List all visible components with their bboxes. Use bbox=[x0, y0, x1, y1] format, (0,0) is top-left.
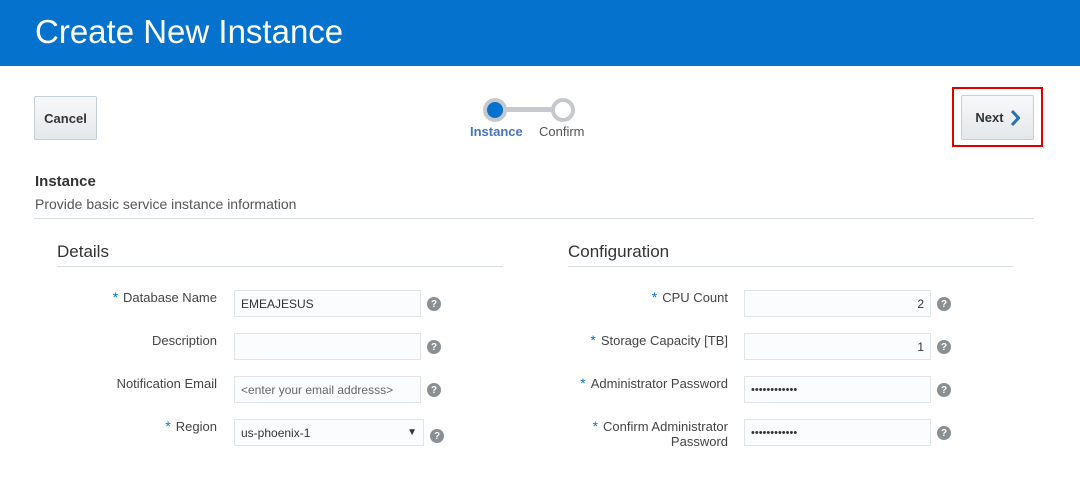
section-subtitle: Provide basic service instance informati… bbox=[35, 196, 297, 212]
question-circle-icon[interactable]: ? bbox=[937, 340, 951, 354]
storage-capacity-label: * Storage Capacity [TB] bbox=[590, 332, 728, 349]
next-button-label: Next bbox=[975, 110, 1004, 125]
database-name-input[interactable]: EMEAJESUS bbox=[234, 290, 421, 317]
question-circle-icon[interactable]: ? bbox=[427, 340, 441, 354]
required-marker: * bbox=[592, 418, 599, 434]
train-stop-instance[interactable] bbox=[483, 98, 507, 122]
question-circle-icon[interactable]: ? bbox=[937, 297, 951, 311]
next-button[interactable]: Next bbox=[961, 95, 1034, 140]
question-circle-icon[interactable]: ? bbox=[430, 429, 444, 443]
configuration-divider bbox=[568, 266, 1013, 267]
required-marker: * bbox=[651, 289, 658, 305]
admin-password-input[interactable]: •••••••••••• bbox=[744, 376, 931, 403]
details-divider bbox=[57, 266, 503, 267]
cpu-count-input[interactable]: 2 bbox=[744, 290, 931, 317]
notification-email-label: Notification Email bbox=[116, 376, 217, 391]
question-circle-icon[interactable]: ? bbox=[937, 426, 951, 440]
region-select-value: us-phoenix-1 bbox=[241, 425, 311, 440]
cancel-button[interactable]: Cancel bbox=[34, 96, 97, 140]
train-label-instance[interactable]: Instance bbox=[470, 124, 523, 139]
train-stop-confirm[interactable] bbox=[551, 98, 575, 122]
caret-down-icon: ▼ bbox=[407, 427, 417, 438]
admin-password-label: * Administrator Password bbox=[580, 375, 728, 392]
question-circle-icon[interactable]: ? bbox=[427, 297, 441, 311]
question-circle-icon[interactable]: ? bbox=[427, 383, 441, 397]
page-title: Create New Instance bbox=[35, 13, 344, 50]
page-header: Create New Instance bbox=[0, 0, 1080, 66]
confirm-admin-password-label: * Confirm Administrator Password bbox=[592, 418, 728, 450]
required-marker: * bbox=[165, 418, 171, 434]
region-select[interactable]: us-phoenix-1 ▼ bbox=[234, 419, 424, 446]
section-divider bbox=[34, 218, 1034, 219]
required-marker: * bbox=[590, 332, 596, 348]
description-input[interactable] bbox=[234, 333, 421, 360]
configuration-title: Configuration bbox=[568, 242, 670, 261]
confirm-admin-password-input[interactable]: •••••••••••• bbox=[744, 419, 931, 446]
required-marker: * bbox=[112, 289, 119, 305]
notification-email-input[interactable]: <enter your email addresss> bbox=[234, 376, 421, 403]
required-marker: * bbox=[580, 375, 586, 391]
details-title: Details bbox=[57, 242, 109, 261]
region-label: * Region bbox=[165, 418, 217, 435]
cpu-count-label: * CPU Count bbox=[651, 289, 728, 306]
question-circle-icon[interactable]: ? bbox=[937, 383, 951, 397]
section-title: Instance bbox=[35, 173, 96, 190]
storage-capacity-input[interactable]: 1 bbox=[744, 333, 931, 360]
train-label-confirm[interactable]: Confirm bbox=[539, 124, 585, 139]
description-label: Description bbox=[151, 333, 217, 348]
chevron-right-icon bbox=[1010, 109, 1020, 126]
database-name-label: * Database Name bbox=[112, 289, 217, 306]
